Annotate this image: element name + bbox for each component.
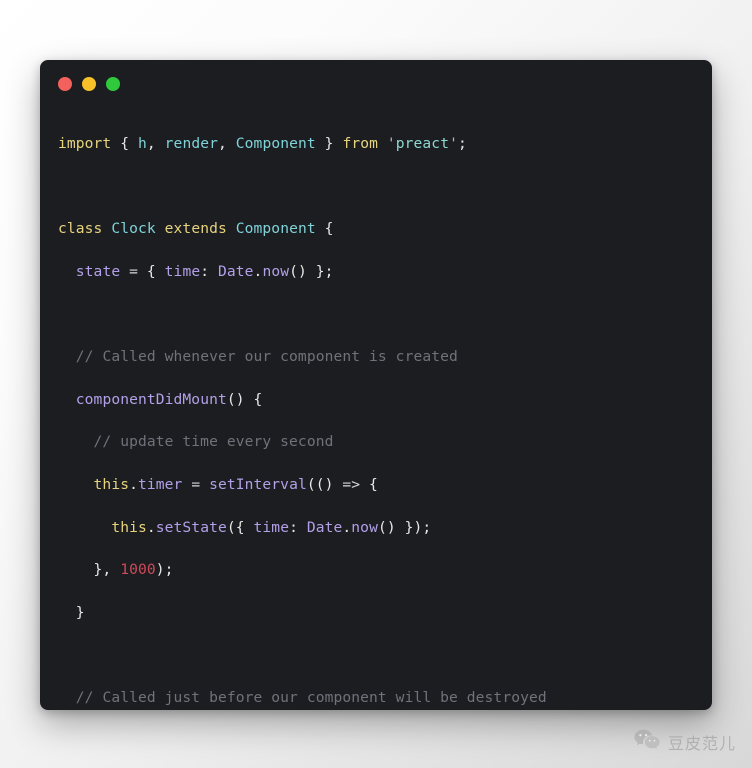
minimize-button[interactable] <box>82 77 96 91</box>
watermark-label: 豆皮范儿 <box>667 733 736 753</box>
code-line: import { h, render, Component } from 'pr… <box>58 135 467 153</box>
watermark: 豆皮范儿 <box>634 729 736 754</box>
code-line: componentDidMount() { <box>75 390 263 408</box>
wechat-icon <box>634 729 660 754</box>
code-line: this.setState({ time: Date.now() }); <box>111 518 432 536</box>
code-line: state = { time: Date.now() }; <box>75 263 334 281</box>
code-line: this.timer = setInterval(() => { <box>93 476 378 494</box>
zoom-button[interactable] <box>106 77 120 91</box>
screenshot-stage: import { h, render, Component } from 'pr… <box>0 0 752 768</box>
close-button[interactable] <box>58 77 72 91</box>
code-editor[interactable]: import { h, render, Component } from 'pr… <box>40 108 712 710</box>
code-line: // Called whenever our component is crea… <box>75 348 458 366</box>
code-line: } <box>75 603 85 621</box>
code-line: class Clock extends Component { <box>58 220 334 238</box>
code-line: }, 1000); <box>93 561 174 579</box>
traffic-lights <box>58 77 120 91</box>
code-window: import { h, render, Component } from 'pr… <box>40 60 712 710</box>
code-line: // update time every second <box>93 433 334 451</box>
code-line: // Called just before our component will… <box>75 689 547 707</box>
window-titlebar[interactable] <box>40 60 712 108</box>
